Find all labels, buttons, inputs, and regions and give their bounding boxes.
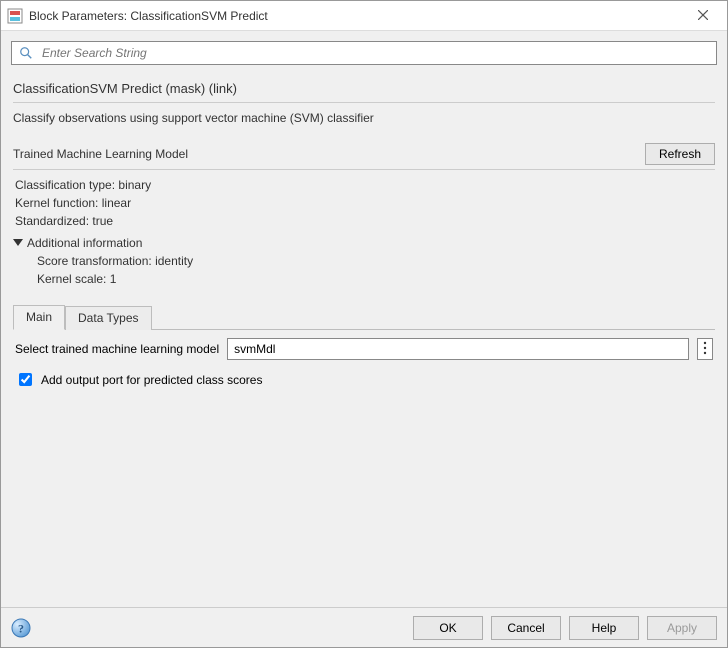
tab-data-types[interactable]: Data Types bbox=[65, 306, 151, 330]
score-transformation-label: Score transformation: bbox=[37, 254, 152, 268]
content-area: ClassificationSVM Predict (mask) (link) … bbox=[1, 31, 727, 607]
output-port-checkbox[interactable] bbox=[19, 373, 32, 386]
search-box[interactable] bbox=[11, 41, 717, 65]
search-wrap bbox=[1, 31, 727, 73]
search-icon bbox=[18, 45, 34, 61]
help-icon-button[interactable]: ? bbox=[11, 618, 31, 638]
tab-main[interactable]: Main bbox=[13, 305, 65, 330]
window-title: Block Parameters: ClassificationSVM Pred… bbox=[29, 9, 683, 23]
additional-info-toggle[interactable]: Additional information bbox=[13, 236, 142, 250]
refresh-button[interactable]: Refresh bbox=[645, 143, 715, 165]
divider bbox=[13, 102, 715, 103]
standardized-label: Standardized: bbox=[15, 214, 89, 228]
model-name-input[interactable] bbox=[227, 338, 689, 360]
kernel-scale-label: Kernel scale: bbox=[37, 272, 106, 286]
cancel-button[interactable]: Cancel bbox=[491, 616, 561, 640]
trained-model-section: Trained Machine Learning Model Refresh C… bbox=[1, 143, 727, 296]
block-description: ClassificationSVM Predict (mask) (link) … bbox=[1, 73, 727, 137]
tab-main-body: Select trained machine learning model Ad… bbox=[13, 330, 715, 389]
classification-type-label: Classification type: bbox=[15, 178, 115, 192]
score-transformation-value: identity bbox=[155, 254, 193, 268]
trained-model-title: Trained Machine Learning Model bbox=[13, 147, 645, 161]
model-more-button[interactable] bbox=[697, 338, 713, 360]
mask-description: Classify observations using support vect… bbox=[13, 111, 715, 125]
classification-type: Classification type: binary bbox=[15, 178, 715, 192]
vertical-dots-icon bbox=[703, 341, 707, 358]
mask-header: ClassificationSVM Predict (mask) (link) bbox=[13, 81, 715, 96]
standardized-value: true bbox=[92, 214, 113, 228]
app-icon bbox=[7, 8, 23, 24]
score-transformation: Score transformation: identity bbox=[37, 254, 715, 268]
additional-info-label: Additional information bbox=[27, 236, 142, 250]
classification-type-value: binary bbox=[118, 178, 151, 192]
help-button[interactable]: Help bbox=[569, 616, 639, 640]
kernel-function-value: linear bbox=[102, 196, 131, 210]
kernel-scale: Kernel scale: 1 bbox=[37, 272, 715, 286]
divider bbox=[13, 169, 715, 170]
apply-button[interactable]: Apply bbox=[647, 616, 717, 640]
kernel-scale-value: 1 bbox=[110, 272, 117, 286]
close-button[interactable] bbox=[683, 2, 723, 30]
output-port-label: Add output port for predicted class scor… bbox=[41, 373, 262, 387]
close-icon bbox=[698, 9, 708, 23]
ok-button[interactable]: OK bbox=[413, 616, 483, 640]
title-bar: Block Parameters: ClassificationSVM Pred… bbox=[1, 1, 727, 31]
svg-text:?: ? bbox=[18, 621, 24, 635]
tabs: Main Data Types Select trained machine l… bbox=[1, 304, 727, 389]
footer: ? OK Cancel Help Apply bbox=[1, 607, 727, 647]
standardized: Standardized: true bbox=[15, 214, 715, 228]
chevron-down-icon bbox=[13, 236, 23, 250]
search-input[interactable] bbox=[40, 45, 710, 61]
select-model-label: Select trained machine learning model bbox=[15, 342, 219, 356]
kernel-function-label: Kernel function: bbox=[15, 196, 98, 210]
kernel-function: Kernel function: linear bbox=[15, 196, 715, 210]
